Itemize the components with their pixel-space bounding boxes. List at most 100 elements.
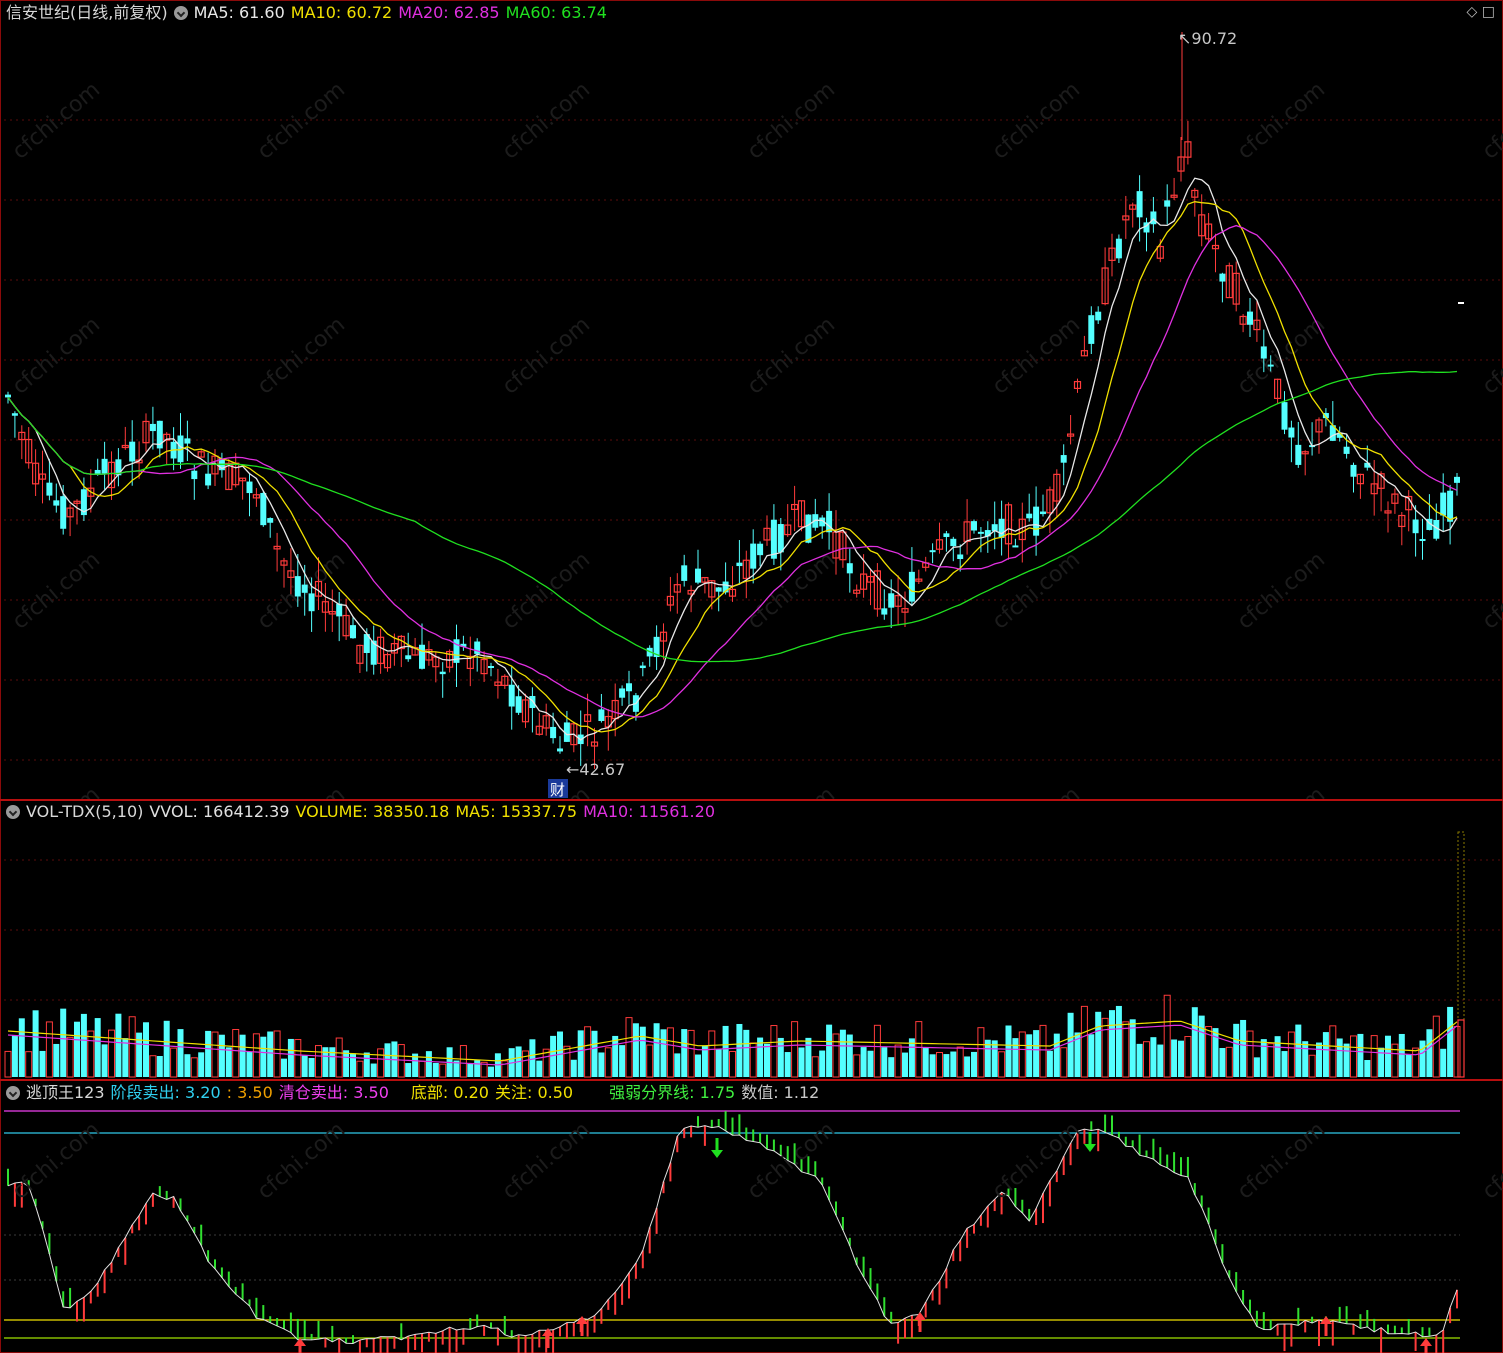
watermark: cfchi.com [8, 782, 105, 800]
volume-bar [205, 1030, 212, 1077]
volume-bar [1053, 1033, 1060, 1077]
watermark: cfchi.com [1233, 312, 1330, 399]
buy-arrow-icon [1420, 1338, 1432, 1353]
volume-bar [639, 1026, 646, 1077]
candle-down [888, 593, 895, 608]
volume-bar [1287, 1031, 1295, 1078]
volume-bar [1198, 1015, 1205, 1077]
volume-bar [666, 1027, 674, 1078]
candle-down [508, 684, 515, 707]
volume-bar [736, 1023, 743, 1077]
vvol-bar [1457, 831, 1465, 1078]
volume-bar [488, 1066, 494, 1077]
buy-arrow-icon [1320, 1316, 1332, 1336]
volume-bar [1398, 1033, 1405, 1077]
candle-down [908, 571, 915, 602]
volume-bar [681, 1029, 688, 1077]
volume-bar [94, 1018, 101, 1077]
watermark: cfchi.com [1478, 547, 1503, 634]
volume-bar [695, 1054, 701, 1077]
watermark: cfchi.com [743, 547, 840, 634]
volume-bar [108, 1029, 115, 1078]
candle-down [770, 519, 777, 559]
volume-bar [329, 1047, 336, 1077]
volume-bar [156, 1055, 163, 1077]
volume-bar [784, 1052, 791, 1077]
watermark: cfchi.com [253, 782, 350, 800]
candle-down [439, 671, 446, 675]
volume-bar [570, 1059, 577, 1077]
volume-bar [1364, 1060, 1371, 1077]
candle-down [826, 510, 833, 533]
candle-down [1281, 402, 1288, 430]
volume-bar [1378, 1047, 1385, 1077]
candle-down [736, 562, 743, 567]
candle-down [308, 593, 315, 612]
volume-bar [1260, 1039, 1267, 1077]
volume-bar [598, 1052, 605, 1077]
candle-down [1343, 446, 1350, 454]
volume-bar [805, 1037, 812, 1077]
sell-arrow-icon [1084, 1132, 1096, 1152]
candle-down [301, 584, 308, 593]
volume-bar [619, 1045, 626, 1077]
volume-bar [674, 1053, 681, 1077]
volume-bar [432, 1062, 439, 1077]
indicator-chart[interactable]: cfchi.com cfchi.com cfchi.com cfchi.com cfch… [0, 1080, 1503, 1353]
volume-bar [1350, 1035, 1357, 1078]
volume-bar [363, 1052, 370, 1077]
volume-bar [80, 1013, 87, 1077]
volume-bar [1039, 1024, 1047, 1078]
volume-bar [826, 1024, 833, 1077]
candle-down [260, 492, 267, 526]
volume-bar [1150, 1037, 1157, 1077]
volume-bar [281, 1058, 287, 1077]
volume-bar [998, 1051, 1006, 1078]
volume-bar [687, 1029, 695, 1078]
candle-down [419, 644, 425, 669]
volume-bar [529, 1039, 536, 1077]
volume-bar [1233, 1023, 1240, 1077]
volume-bar [1012, 1038, 1019, 1077]
volume-bar [170, 1047, 178, 1078]
candle-down [94, 469, 101, 474]
candle-down [294, 576, 301, 597]
volume-bar [1295, 1024, 1302, 1077]
candle-down [550, 726, 557, 739]
volume-bar [45, 1021, 53, 1078]
candle-down [1267, 364, 1274, 367]
volume-bar [1080, 1005, 1088, 1078]
volume-bar [218, 1034, 225, 1077]
volume-bar [343, 1050, 350, 1077]
volume-bar [1274, 1036, 1281, 1077]
candle-down [557, 748, 563, 752]
volume-bar [1370, 1035, 1378, 1078]
volume-bar [1357, 1033, 1364, 1077]
volume-bar [1163, 994, 1171, 1078]
volume-bar [612, 1035, 619, 1077]
volume-bar [832, 1033, 840, 1078]
volume-bar [1067, 1012, 1074, 1077]
candle-down [1412, 519, 1419, 534]
volume-chart[interactable] [0, 800, 1503, 1080]
candle-down [1095, 311, 1102, 321]
candle-down [715, 587, 722, 592]
candle-down [1440, 492, 1447, 516]
candle-down [246, 481, 253, 494]
candle-down [191, 470, 198, 480]
volume-bar [915, 1021, 923, 1078]
volume-bar [1302, 1041, 1309, 1077]
candle-down [695, 568, 701, 583]
volume-bar [715, 1049, 722, 1077]
watermark: cfchi.com [1478, 782, 1503, 800]
volume-bar [943, 1054, 950, 1077]
price-chart[interactable]: cfchi.com cfchi.com cfchi.com cfchi.com cfch… [0, 0, 1503, 800]
candle-down [777, 524, 784, 553]
volume-bar [350, 1053, 356, 1077]
volume-bar [722, 1025, 729, 1077]
volume-bar [798, 1047, 805, 1077]
candle-down [881, 608, 888, 615]
watermark: cfchi.com [1233, 77, 1330, 164]
volume-bar [894, 1044, 902, 1078]
volume-bar [418, 1060, 426, 1078]
